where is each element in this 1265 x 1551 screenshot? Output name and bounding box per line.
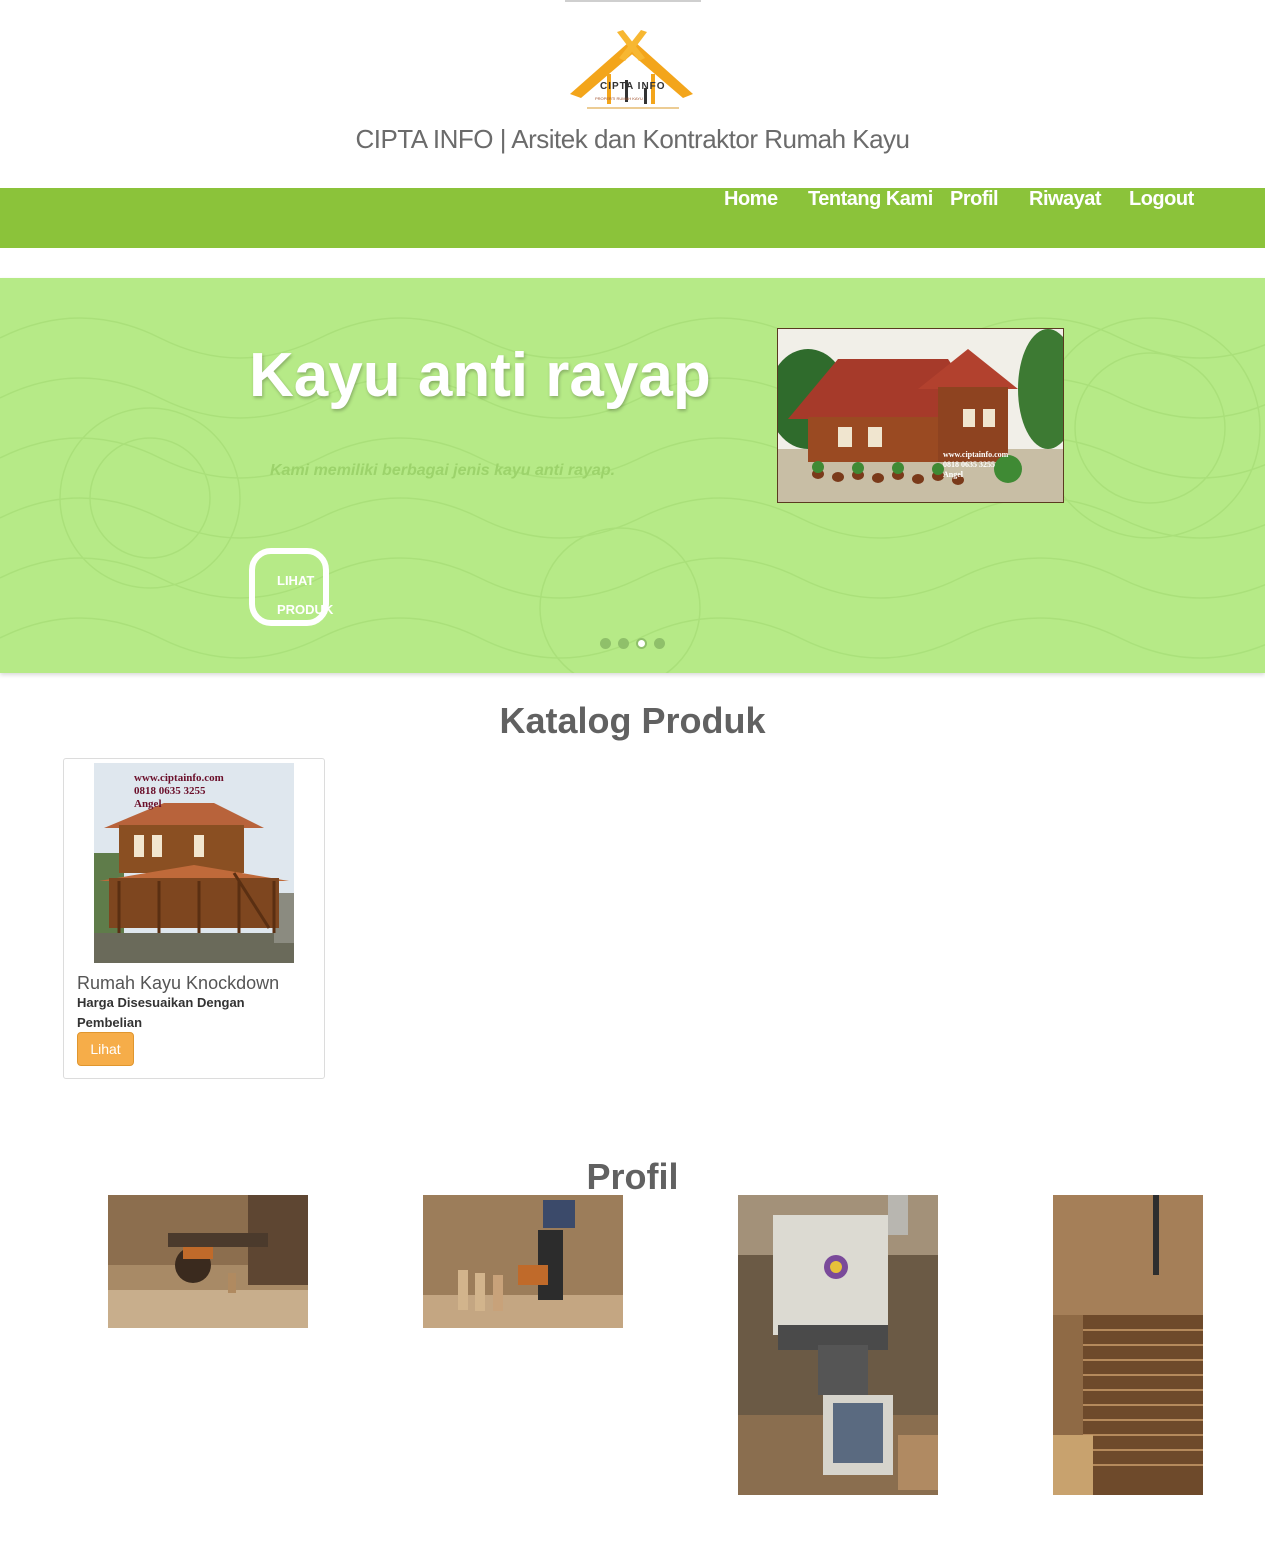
slide-watermark-2: 0818 0635 3255 (943, 460, 995, 469)
slide-watermark-1: www.ciptainfo.com (943, 450, 1009, 459)
workshop-machine-photo (423, 1195, 623, 1328)
main-navbar: Home Tentang Kami Profil Riwayat Logout (0, 188, 1265, 248)
wooden-house-photo: www.ciptainfo.com 0818 0635 3255 Angel (94, 763, 294, 963)
top-divider (565, 0, 701, 2)
nav-tentang-kami[interactable]: Tentang Kami (808, 188, 933, 248)
profil-image-4[interactable] (1053, 1195, 1203, 1495)
slider-dot-3[interactable] (636, 638, 647, 649)
nav-riwayat[interactable]: Riwayat (1029, 188, 1102, 248)
nav-home[interactable]: Home (724, 188, 778, 248)
profil-heading: Profil (586, 1156, 679, 1197)
profil-image-1[interactable] (108, 1195, 308, 1328)
product-name[interactable]: Rumah Kayu Knockdown (77, 973, 279, 994)
lumber-stack-photo (1053, 1195, 1203, 1495)
slide-subtitle: Kami memiliki berbagai jenis kayu anti r… (270, 462, 616, 479)
site-logo[interactable]: CIPTA INFO PROPERTI RUMAH KAYU (567, 28, 697, 112)
catalog-heading: Katalog Produk (499, 700, 766, 741)
lihat-produk-line2: PRODUK (277, 602, 334, 617)
workshop-saw-photo (108, 1195, 308, 1328)
profil-image-3[interactable] (738, 1195, 938, 1495)
nav-logout[interactable]: Logout (1129, 188, 1194, 248)
bandsaw-machine-photo (738, 1195, 938, 1495)
product-watermark-1: www.ciptainfo.com (134, 772, 224, 784)
slide-house-image: www.ciptainfo.com 0818 0635 3255 Angel (777, 328, 1064, 503)
hero-slider[interactable]: Kayu anti rayap Kami memiliki berbagai j… (0, 278, 1265, 673)
nav-profil[interactable]: Profil (950, 188, 999, 248)
logo-text: CIPTA INFO (600, 81, 666, 92)
slider-dot-4[interactable] (654, 638, 665, 649)
slide-watermark-3: Angel (943, 470, 964, 479)
product-card: www.ciptainfo.com 0818 0635 3255 Angel R… (63, 758, 325, 1079)
slider-dot-2[interactable] (618, 638, 629, 649)
profil-image-2[interactable] (423, 1195, 623, 1328)
wave-pattern-background (0, 317, 1265, 673)
wooden-house-photo: www.ciptainfo.com 0818 0635 3255 Angel (778, 329, 1063, 502)
lihat-produk-line1: LIHAT (277, 573, 315, 588)
product-watermark-2: 0818 0635 3255 (134, 785, 206, 797)
site-title: CIPTA INFO | Arsitek dan Kontraktor Ruma… (355, 124, 910, 154)
lihat-produk-button[interactable]: LIHAT PRODUK (249, 548, 334, 626)
logo-subtext: PROPERTI RUMAH KAYU (595, 96, 643, 101)
lihat-button[interactable]: Lihat (77, 1032, 134, 1066)
product-watermark-3: Angel (134, 798, 162, 810)
product-price: Harga Disesuaikan Dengan Pembelian (77, 995, 245, 1030)
product-image[interactable]: www.ciptainfo.com 0818 0635 3255 Angel (94, 763, 294, 963)
slide-title: Kayu anti rayap (249, 341, 711, 410)
slider-dot-1[interactable] (600, 638, 611, 649)
